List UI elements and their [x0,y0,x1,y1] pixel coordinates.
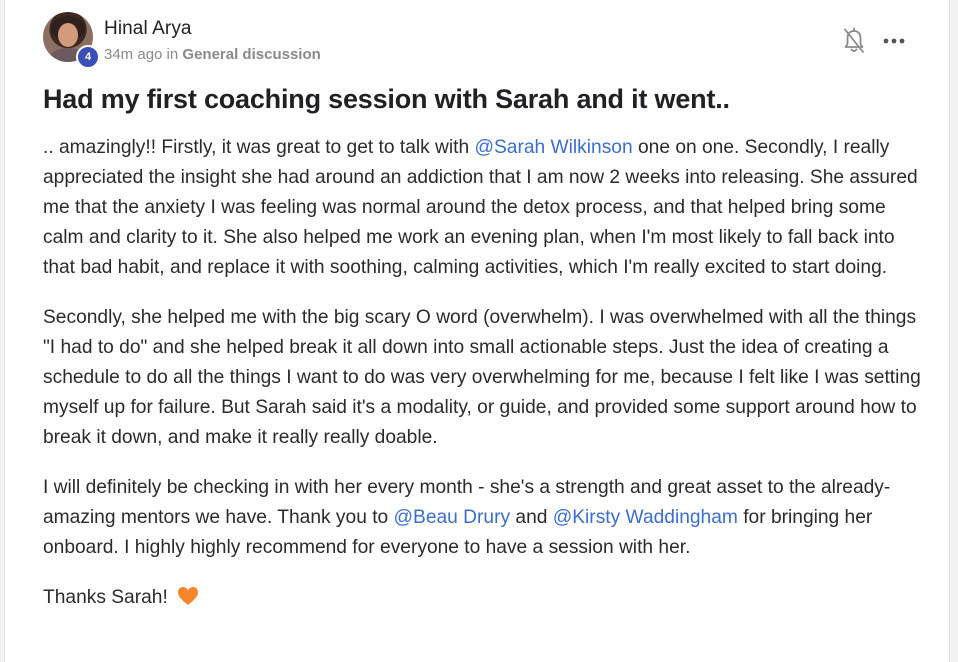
paragraph-text: Thanks Sarah! [43,587,174,608]
post-title: Had my first coaching session with Sarah… [43,84,730,114]
more-horizontal-icon[interactable] [879,29,909,53]
post-header: 4 Hinal Arya 34m ago in General discussi… [43,12,913,72]
post-paragraph-2: Secondly, she helped me with the big sca… [43,303,923,453]
post-paragraph-1: .. amazingly!! Firstly, it was great to … [43,133,923,283]
post-time: 34m ago [104,46,163,63]
post-body: .. amazingly!! Firstly, it was great to … [43,133,923,636]
post-in-word: in [166,46,179,63]
post-card: 4 Hinal Arya 34m ago in General discussi… [4,0,950,662]
mention-beau-drury[interactable]: @Beau Drury [394,507,511,528]
level-badge: 4 [76,45,100,69]
paragraph-text: one on one. Secondly, I really appreciat… [43,137,918,278]
avatar-face [58,23,78,47]
post-meta: 34m ago in General discussion [104,46,321,63]
post-paragraph-3: I will definitely be checking in with he… [43,473,923,563]
post-paragraph-4: Thanks Sarah! [43,583,923,616]
bell-off-icon[interactable] [841,27,867,55]
mention-kirsty-waddingham[interactable]: @Kirsty Waddingham [553,507,738,528]
post-category[interactable]: General discussion [182,46,320,63]
orange-heart-icon [177,586,199,616]
paragraph-text: Secondly, she helped me with the big sca… [43,307,921,448]
mention-sarah-wilkinson[interactable]: @Sarah Wilkinson [475,137,633,158]
paragraph-text: .. amazingly!! Firstly, it was great to … [43,137,475,158]
paragraph-text: and [510,507,553,528]
author-name[interactable]: Hinal Arya [104,18,192,40]
